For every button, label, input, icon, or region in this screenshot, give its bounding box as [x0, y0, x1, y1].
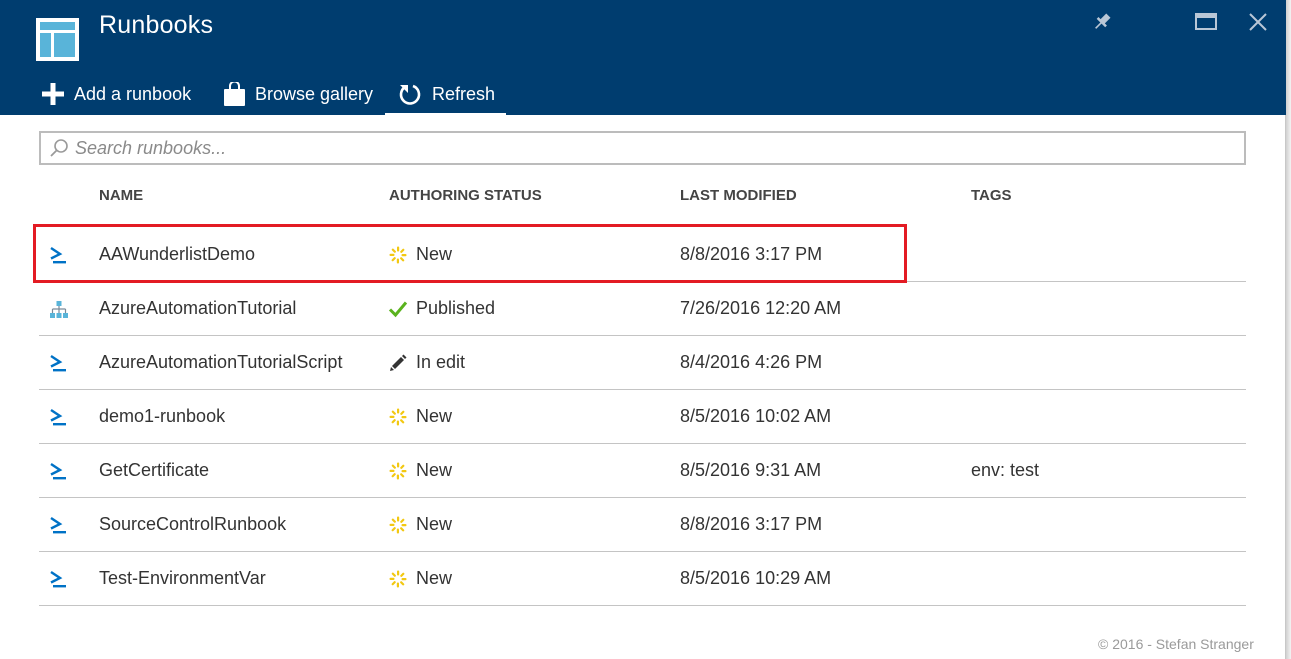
table-row[interactable]: GetCertificate New 8/5/2016 9:31 AM env:…: [39, 444, 1246, 498]
new-status-icon: [388, 515, 408, 535]
runbook-name: GetCertificate: [99, 460, 210, 480]
powershell-icon: [49, 517, 69, 535]
published-check-icon: [388, 299, 408, 319]
powershell-icon: [49, 571, 69, 589]
runbooks-app-icon: [36, 18, 79, 61]
runbook-name: AzureAutomationTutorial: [99, 298, 297, 318]
graphical-runbook-icon: [49, 301, 69, 319]
table-row[interactable]: demo1-runbook New 8/5/2016 10:02 AM: [39, 390, 1246, 444]
last-modified: 8/5/2016 9:31 AM: [680, 460, 822, 480]
maximize-icon[interactable]: [1194, 10, 1218, 34]
edit-pencil-icon: [388, 353, 408, 373]
blade-edge-shadow: [1286, 0, 1291, 659]
powershell-icon: [49, 463, 69, 481]
refresh-active-indicator: [385, 113, 506, 115]
table-row[interactable]: SourceControlRunbook New 8/8/2016 3:17 P…: [39, 498, 1246, 552]
authoring-status: New: [416, 244, 453, 264]
authoring-status: In edit: [416, 352, 466, 372]
last-modified: 7/26/2016 12:20 AM: [680, 298, 842, 318]
new-status-icon: [388, 461, 408, 481]
search-input[interactable]: [75, 137, 1175, 159]
table-row[interactable]: AzureAutomationTutorialScript In edit 8/…: [39, 336, 1246, 390]
blade-header: Runbooks Add a runbook Browse gallery Re…: [0, 0, 1286, 115]
authoring-status: New: [416, 514, 453, 534]
browse-gallery-label: Browse gallery: [255, 83, 374, 104]
authoring-status: New: [416, 568, 453, 588]
copyright-text: © 2016 - Stefan Stranger: [1098, 636, 1254, 652]
new-status-icon: [388, 407, 408, 427]
last-modified: 8/4/2016 4:26 PM: [680, 352, 823, 372]
authoring-status: Published: [416, 298, 496, 318]
close-icon[interactable]: [1246, 10, 1270, 34]
runbook-name: Test-EnvironmentVar: [99, 568, 266, 588]
refresh-button[interactable]: Refresh: [398, 78, 495, 110]
authoring-status: New: [416, 460, 453, 480]
last-modified: 8/5/2016 10:29 AM: [680, 568, 832, 588]
tags: env: test: [971, 460, 1040, 480]
refresh-label: Refresh: [432, 83, 496, 104]
runbook-name: AzureAutomationTutorialScript: [99, 352, 343, 372]
column-header-authoring-status[interactable]: AUTHORING STATUS: [389, 187, 542, 204]
powershell-icon: [49, 355, 69, 373]
add-runbook-button[interactable]: Add a runbook: [42, 78, 191, 110]
runbook-name: AAWunderlistDemo: [99, 244, 256, 264]
column-header-last-modified[interactable]: LAST MODIFIED: [680, 187, 797, 204]
add-runbook-label: Add a runbook: [74, 83, 192, 104]
page-title: Runbooks: [99, 11, 214, 39]
last-modified: 8/5/2016 10:02 AM: [680, 406, 832, 426]
powershell-icon: [49, 409, 69, 427]
column-header-tags[interactable]: TAGS: [971, 187, 1012, 204]
new-status-icon: [388, 245, 408, 265]
shopping-bag-icon: [224, 82, 245, 106]
table-row[interactable]: AAWunderlistDemo New 8/8/2016 3:17 PM: [39, 228, 1246, 282]
table-row[interactable]: Test-EnvironmentVar New 8/5/2016 10:29 A…: [39, 552, 1246, 606]
new-status-icon: [388, 569, 408, 589]
refresh-icon: [399, 84, 421, 105]
search-box[interactable]: [39, 131, 1246, 165]
runbooks-blade: Runbooks Add a runbook Browse gallery Re…: [0, 0, 1286, 659]
authoring-status: New: [416, 406, 453, 426]
browse-gallery-button[interactable]: Browse gallery: [224, 78, 373, 110]
search-icon: [50, 139, 68, 157]
last-modified: 8/8/2016 3:17 PM: [680, 514, 823, 534]
runbook-name: demo1-runbook: [99, 406, 226, 426]
plus-icon: [42, 83, 64, 105]
last-modified: 8/8/2016 3:17 PM: [680, 244, 823, 264]
powershell-icon: [49, 247, 69, 265]
column-header-name[interactable]: NAME: [99, 187, 143, 204]
runbook-name: SourceControlRunbook: [99, 514, 287, 534]
table-row[interactable]: AzureAutomationTutorial Published 7/26/2…: [39, 282, 1246, 336]
pin-icon[interactable]: [1090, 10, 1114, 34]
